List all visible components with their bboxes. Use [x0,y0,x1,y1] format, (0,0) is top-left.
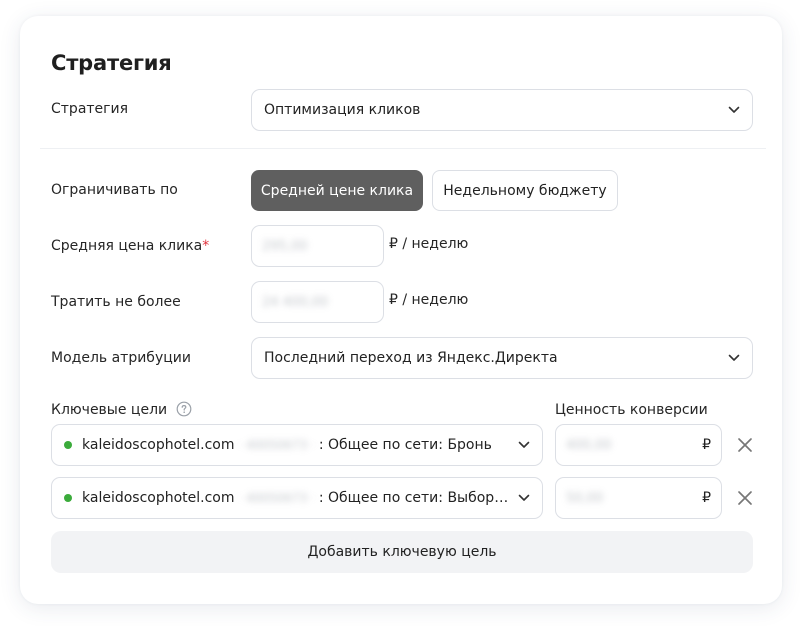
goal-site: kaleidoscophotel.com [82,490,235,506]
goal-id: · 40050673 · [238,491,315,505]
spend-limit-label: Тратить не более [51,294,181,310]
spend-limit-input[interactable]: 24 400,00 [251,281,384,323]
attribution-select[interactable]: Последний переход из Яндекс.Директа [251,337,753,379]
required-mark: * [202,238,210,254]
attribution-label: Модель атрибуции [51,350,191,366]
goals-label: Ключевые цели [51,400,192,420]
avg-cpc-unit: ₽ / неделю [389,236,469,252]
currency-sign: ₽ [702,437,711,453]
conversion-value-header: Ценность конверсии [555,402,708,418]
goal-name: : Общее по сети: Выбор номера [318,490,510,506]
spend-limit-unit: ₽ / неделю [389,292,469,308]
goal-select[interactable]: kaleidoscophotel.com · 40050673 · : Обще… [51,424,543,466]
remove-goal-button[interactable] [735,435,755,455]
attribution-value: Последний переход из Яндекс.Директа [264,350,558,366]
goal-name: : Общее по сети: Бронь [318,437,492,453]
goal-site: kaleidoscophotel.com [82,437,235,453]
limit-label: Ограничивать по [51,182,178,198]
goal-id: · 40050673 · [238,438,315,452]
divider [40,148,766,149]
close-icon [738,438,752,452]
strategy-select[interactable]: Оптимизация кликов [251,89,753,131]
conversion-value: 400,00 [566,437,612,453]
avg-cpc-label: Средняя цена клика* [51,238,210,254]
remove-goal-button[interactable] [735,488,755,508]
close-icon [738,491,752,505]
strategy-label: Стратегия [51,101,129,117]
help-icon[interactable] [176,401,192,417]
currency-sign: ₽ [702,490,711,506]
chevron-down-icon [728,354,740,361]
goal-select[interactable]: kaleidoscophotel.com · 40050673 · : Обще… [51,477,543,519]
chevron-down-icon [728,106,740,113]
conversion-value: 50,00 [566,490,604,506]
add-goal-button[interactable]: Добавить ключевую цель [51,531,753,573]
limit-option-weekly-budget[interactable]: Недельному бюджету [432,170,618,211]
conversion-value-input[interactable]: 400,00 ₽ [555,424,722,466]
section-title: Стратегия [51,51,172,75]
strategy-card: Стратегия Стратегия Оптимизация кликов О… [20,16,782,604]
status-dot [64,441,72,449]
strategy-value: Оптимизация кликов [264,102,421,118]
chevron-down-icon [518,441,530,448]
avg-cpc-input[interactable]: 295,00 [251,225,384,267]
avg-cpc-value: 295,00 [262,238,308,254]
status-dot [64,494,72,502]
spend-limit-value: 24 400,00 [262,294,329,310]
chevron-down-icon [518,494,530,501]
limit-option-avg-cpc[interactable]: Средней цене клика [251,170,423,211]
conversion-value-input[interactable]: 50,00 ₽ [555,477,722,519]
